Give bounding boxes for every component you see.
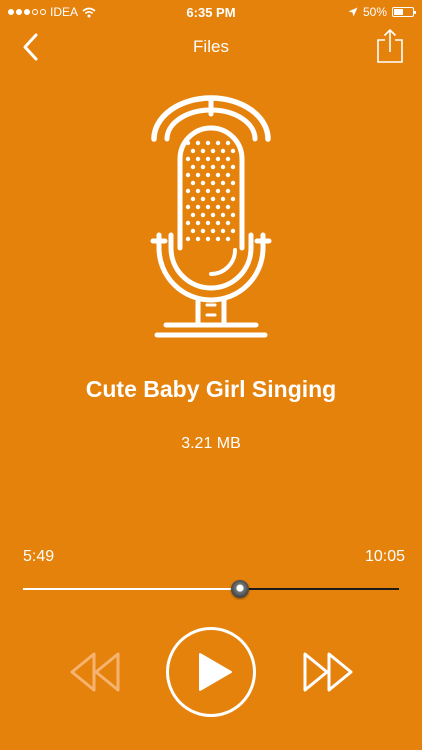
file-size: 3.21 MB <box>181 435 241 452</box>
page-title: Files <box>193 37 229 56</box>
share-button[interactable] <box>376 28 404 64</box>
progress-thumb[interactable] <box>230 580 249 598</box>
fast-forward-icon <box>303 652 353 692</box>
time-elapsed: 5:49 <box>23 548 55 565</box>
status-bar: IDEA 6:35 PM 50% <box>0 0 422 24</box>
location-arrow-icon <box>348 7 358 17</box>
status-right: 50% <box>348 5 416 19</box>
fast-forward-button[interactable] <box>301 650 355 694</box>
time-total: 10:05 <box>364 548 405 565</box>
play-button[interactable] <box>166 627 256 717</box>
play-icon <box>199 653 232 691</box>
progress-played <box>23 588 240 590</box>
rewind-icon <box>70 652 120 692</box>
microphone-icon <box>150 95 272 338</box>
battery-icon <box>392 7 416 17</box>
battery-percent: 50% <box>362 5 387 19</box>
rewind-button[interactable] <box>68 650 122 694</box>
playback-controls <box>0 625 422 725</box>
nav-bar: Files <box>0 24 422 70</box>
progress-remaining <box>239 588 399 590</box>
share-icon <box>377 28 403 63</box>
progress-slider[interactable] <box>23 580 399 598</box>
track-title: Cute Baby Girl Singing <box>85 376 337 402</box>
